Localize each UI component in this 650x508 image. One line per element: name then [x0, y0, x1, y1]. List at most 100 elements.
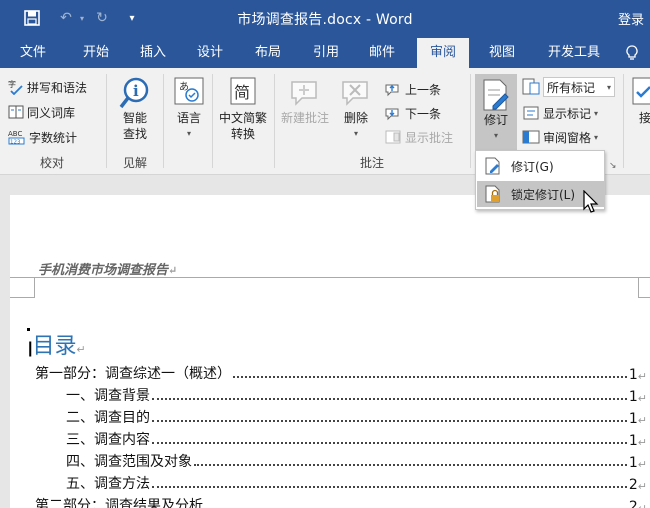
- toc-entry[interactable]: 第一部分：调查综述一（概述） 1 ↵: [35, 361, 647, 383]
- toc-entry[interactable]: 第二部分：调查结果及分析 2↵: [35, 493, 647, 508]
- tab-developer[interactable]: 开发工具: [535, 38, 613, 68]
- group-launcher-icon[interactable]: ↘: [609, 161, 617, 171]
- comments-group-label: 批注: [359, 156, 384, 170]
- track-changes-icon: [481, 78, 511, 112]
- spelling-grammar-button[interactable]: 字 拼写和语法: [8, 76, 87, 98]
- toc-leader: [152, 398, 627, 400]
- tab-view[interactable]: 视图: [476, 38, 528, 68]
- toc-entry[interactable]: 三、调查内容 1 ↵: [35, 427, 647, 449]
- delete-comment-label: 删除: [343, 111, 368, 125]
- next-comment-icon: [384, 105, 402, 121]
- accept-icon: [630, 76, 650, 110]
- paragraph-mark: ↵: [168, 264, 178, 277]
- language-button[interactable]: あ 语言 ▾: [169, 76, 209, 142]
- login-link[interactable]: 登录: [618, 9, 644, 28]
- svg-text:字: 字: [8, 79, 16, 89]
- header-border: [10, 277, 650, 278]
- tab-references[interactable]: 引用: [300, 38, 352, 68]
- menu-item-label: 锁定修订(L): [511, 187, 576, 202]
- delete-comment-icon: [339, 76, 373, 110]
- lock-tracking-icon: [485, 185, 501, 203]
- toc-page-number: 1: [628, 367, 638, 383]
- toc-entry[interactable]: 五、调查方法 2 ↵: [35, 471, 647, 493]
- markup-view-icon: [522, 78, 540, 96]
- language-label: 语言: [176, 111, 201, 125]
- reviewing-pane-dropdown-icon: ▾: [594, 132, 599, 142]
- page-header[interactable]: 手机消费市场调查报告↵: [38, 259, 177, 278]
- toc-entry[interactable]: 一、调查背景 1 ↵: [35, 383, 647, 405]
- separator: [274, 74, 275, 168]
- track-changes-dropdown-icon: ▾: [493, 131, 498, 140]
- delete-comment-button[interactable]: 删除 ▾: [336, 76, 376, 142]
- show-comments-icon: [384, 129, 402, 145]
- previous-comment-icon: [384, 81, 402, 97]
- svg-text:ABC: ABC: [8, 130, 22, 138]
- word-count-button[interactable]: ABC 123 字数统计: [8, 126, 77, 148]
- header-corner-mark: [10, 297, 35, 298]
- document-page[interactable]: 手机消费市场调查报告↵ |目录↵ 第一部分：调查综述一（概述） 1 ↵ 一、调查背…: [10, 195, 650, 508]
- show-markup-button[interactable]: 显示标记 ▾: [522, 102, 598, 124]
- separator: [470, 74, 471, 168]
- toc-leader: [152, 486, 627, 488]
- paragraph-mark: ↵: [637, 392, 647, 405]
- track-changes-button[interactable]: 修订 ▾: [475, 74, 517, 152]
- paragraph-mark: ↵: [638, 502, 647, 508]
- tab-file[interactable]: 文件: [8, 38, 58, 68]
- chinese-conversion-button[interactable]: 简 中文简繁 转换: [214, 76, 272, 142]
- toc-leader: [194, 464, 627, 466]
- chinese-conversion-label-1: 中文简繁: [218, 111, 267, 125]
- toc-leader: [152, 420, 627, 422]
- tab-insert[interactable]: 插入: [127, 38, 179, 68]
- thesaurus-button[interactable]: 同义词库: [8, 101, 75, 123]
- proofing-group: 字 拼写和语法 同义词库 ABC 123 字数统计 校对: [0, 68, 104, 175]
- toc-entry[interactable]: 二、调查目的 1 ↵: [35, 405, 647, 427]
- toc-heading[interactable]: |目录↵: [28, 328, 86, 360]
- markup-view-select[interactable]: 所有标记 ▾: [522, 76, 615, 98]
- reviewing-pane-icon: [522, 129, 540, 145]
- paragraph-mark: ↵: [637, 458, 647, 471]
- previous-comment-label: 上一条: [405, 82, 442, 97]
- next-comment-label: 下一条: [405, 106, 442, 121]
- menu-item-track-changes[interactable]: 修订(G): [477, 153, 604, 179]
- accept-button[interactable]: 接: [630, 76, 650, 126]
- previous-comment-button[interactable]: 上一条: [384, 78, 441, 100]
- paragraph-mark: ↵: [637, 370, 647, 383]
- track-changes-icon: [485, 157, 501, 175]
- new-comment-icon: [288, 76, 322, 110]
- tab-design[interactable]: 设计: [184, 38, 236, 68]
- show-markup-icon: [522, 105, 540, 121]
- document-area: 手机消费市场调查报告↵ |目录↵ 第一部分：调查综述一（概述） 1 ↵ 一、调查背…: [0, 175, 650, 508]
- chinese-conversion-label-2: 转换: [230, 127, 255, 141]
- word-count-label: 字数统计: [29, 130, 78, 145]
- new-comment-button[interactable]: 新建批注: [276, 76, 334, 126]
- proofing-group-label: 校对: [39, 156, 64, 170]
- paragraph-mark: ↵: [637, 414, 647, 427]
- toc-entry[interactable]: 四、调查范围及对象 1 ↵: [35, 449, 647, 471]
- next-comment-button[interactable]: 下一条: [384, 102, 441, 124]
- tab-mailings[interactable]: 邮件: [356, 38, 408, 68]
- accept-label: 接: [638, 111, 650, 125]
- toc-entry-text: 一、调查背景: [66, 388, 150, 404]
- title-bar: ↶ ▾ ↻ ▾ 市场调查报告.docx - Word 登录: [0, 0, 650, 38]
- separator: [623, 74, 624, 168]
- svg-text:123: 123: [10, 140, 21, 146]
- smart-lookup-button[interactable]: i 智能 查找: [112, 76, 158, 142]
- tab-home[interactable]: 开始: [70, 38, 122, 68]
- show-markup-dropdown-icon: ▾: [594, 108, 599, 118]
- word-count-icon: ABC 123: [8, 129, 26, 145]
- svg-text:i: i: [133, 82, 139, 100]
- toc-entry-text: 第二部分：调查结果及分析: [35, 498, 203, 508]
- tell-me-icon[interactable]: [620, 38, 644, 68]
- markup-view-value: 所有标记: [547, 80, 596, 95]
- separator: [163, 74, 164, 168]
- ribbon-tabs: 文件 开始 插入 设计 布局 引用 邮件 审阅 视图 开发工具: [0, 38, 650, 68]
- toc-leader: [233, 376, 627, 378]
- tab-review[interactable]: 审阅: [417, 38, 469, 68]
- reviewing-pane-button[interactable]: 审阅窗格 ▾: [522, 126, 598, 148]
- toc-page-number: 1: [628, 389, 638, 405]
- chinese-conversion-icon: 简: [227, 76, 259, 110]
- toc-page-number: 1: [628, 455, 638, 471]
- tab-layout[interactable]: 布局: [242, 38, 294, 68]
- toc-heading-text: 目录: [32, 333, 77, 358]
- show-comments-button[interactable]: 显示批注: [384, 126, 453, 148]
